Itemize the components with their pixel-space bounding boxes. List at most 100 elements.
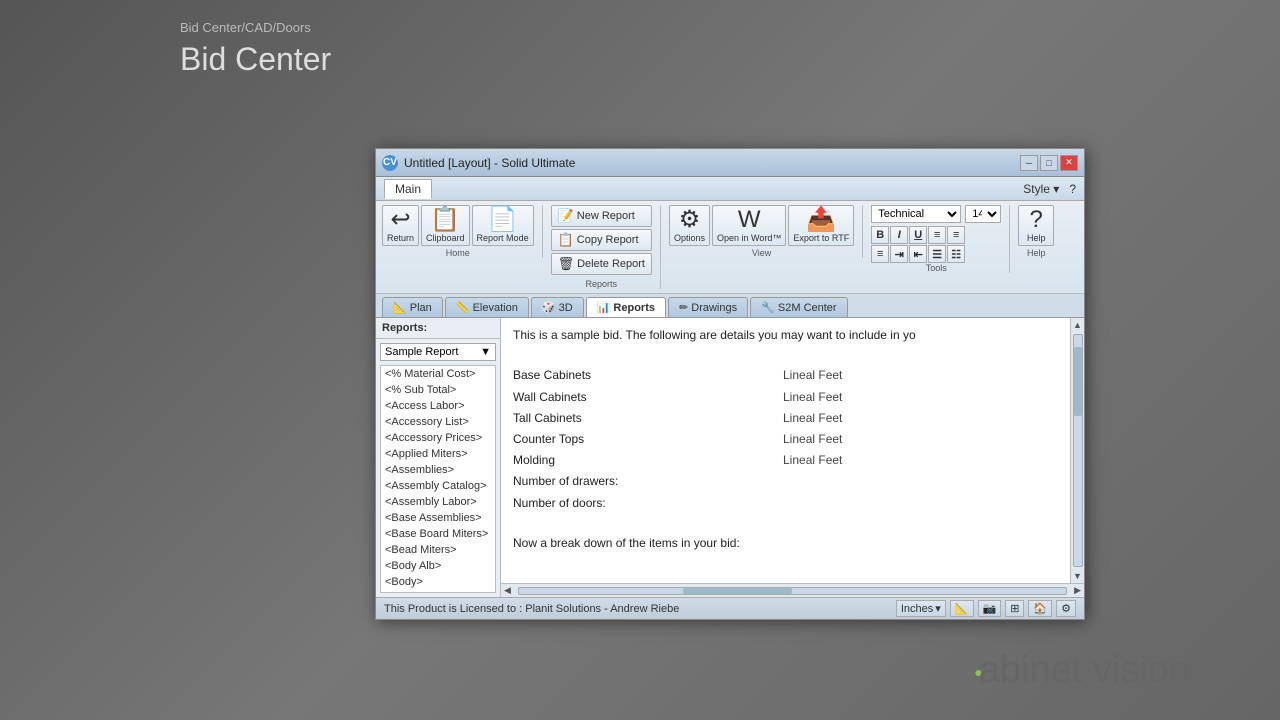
sidebar-list-item[interactable]: <Body Alb> (381, 558, 495, 574)
camera-button[interactable]: 📷 (978, 600, 1002, 617)
vertical-scrollbar[interactable]: ▲ ▼ (1070, 318, 1084, 583)
sidebar-list-item[interactable]: <% Material Cost> (381, 366, 495, 382)
report-scroll-area[interactable]: This is a sample bid. The following are … (501, 318, 1070, 583)
tab-drawings[interactable]: ✏ Drawings (668, 297, 748, 317)
copy-report-icon: 📋 (558, 232, 574, 248)
list-button[interactable]: ☰ (928, 245, 946, 263)
reports-dropdown[interactable]: Sample Report ▼ (380, 343, 496, 361)
sidebar-list-item[interactable]: <Assembly Catalog> (381, 478, 495, 494)
export-rtf-label: Export to RTF (793, 233, 849, 243)
align-center-button[interactable]: ≡ (947, 226, 965, 244)
horizontal-scrollbar[interactable]: ◀ ▶ (501, 583, 1084, 597)
report-col1: Number of drawers: (513, 472, 653, 491)
sidebar: Reports: Sample Report ▼ <% Material Cos… (376, 318, 501, 597)
scroll-left-icon[interactable]: ◀ (501, 585, 514, 596)
3d-tab-icon: 🎲 (542, 302, 556, 314)
help-menu[interactable]: ? (1069, 182, 1076, 196)
options-label: Options (674, 233, 705, 243)
drawings-tab-icon: ✏ (679, 302, 688, 314)
sidebar-list-item[interactable]: <Access Labor> (381, 398, 495, 414)
sidebar-list-item[interactable]: <Accessory List> (381, 414, 495, 430)
style-menu[interactable]: Style ▾ (1023, 182, 1059, 196)
house-icon: 🏠 (1033, 602, 1047, 615)
reports-group: 📝 New Report 📋 Copy Report 🗑 Delete Repo… (551, 205, 661, 289)
tab-reports[interactable]: 📊 Reports (586, 297, 666, 317)
sidebar-list-item[interactable]: <% Sub Total> (381, 382, 495, 398)
underline-button[interactable]: U (909, 226, 927, 244)
sidebar-list-item[interactable]: <Body> (381, 574, 495, 590)
scrollbar-thumb[interactable] (1074, 347, 1082, 416)
report-col2 (653, 388, 783, 407)
align-left-button[interactable]: ≡ (928, 226, 946, 244)
return-button[interactable]: ↩ Return (382, 205, 419, 246)
outdent-button[interactable]: ⇤ (909, 245, 927, 263)
tabs-bar: 📐 Plan 📏 Elevation 🎲 3D 📊 Reports ✏ Draw… (376, 294, 1084, 318)
minimize-button[interactable]: ─ (1020, 155, 1038, 171)
help-button[interactable]: ? Help (1018, 205, 1054, 246)
report-mode-button[interactable]: 📄 Report Mode (472, 205, 534, 246)
status-right: Inches ▾ 📐 📷 ⊞ 🏠 ⚙ (896, 600, 1076, 617)
font-controls: Technical 14 (871, 205, 1001, 223)
sidebar-list-item[interactable]: <Accessory Prices> (381, 430, 495, 446)
font-size-select[interactable]: 14 (965, 205, 1001, 223)
tab-s2m[interactable]: 🔧 S2M Center (750, 297, 847, 317)
tools-group: Technical 14 B I U ≡ ≡ ≡ ⇥ ⇤ ☰ ☷ (871, 205, 1010, 273)
title-bar-left: CV Untitled [Layout] - Solid Ultimate (382, 155, 575, 171)
report-col1: Molding (513, 451, 653, 470)
report-col3: Lineal Feet (783, 366, 842, 385)
delete-report-button[interactable]: 🗑 Delete Report (551, 253, 652, 275)
units-button[interactable]: Inches ▾ (896, 600, 946, 617)
restore-button[interactable]: □ (1040, 155, 1058, 171)
align-right-button[interactable]: ≡ (871, 245, 889, 263)
sidebar-list-item[interactable]: <Base Assemblies> (381, 510, 495, 526)
report-col2 (653, 494, 783, 513)
scroll-up-icon[interactable]: ▲ (1071, 318, 1084, 332)
sidebar-list-item[interactable]: <Base Board Miters> (381, 526, 495, 542)
report-mode-label: Report Mode (477, 233, 529, 243)
font-name-select[interactable]: Technical (871, 205, 961, 223)
units-value: Inches (901, 603, 933, 615)
menu-main[interactable]: Main (384, 179, 432, 199)
house-button[interactable]: 🏠 (1028, 600, 1052, 617)
export-rtf-button[interactable]: 📤 Export to RTF (788, 205, 854, 246)
report-col3: Lineal Feet (783, 430, 842, 449)
sidebar-list-item[interactable]: <Assemblies> (381, 462, 495, 478)
ruler-button[interactable]: 📐 (950, 600, 974, 617)
report-row: Counter Tops Lineal Feet (513, 430, 1058, 449)
open-word-button[interactable]: W Open in Word™ (712, 205, 786, 246)
h-scrollbar-thumb[interactable] (683, 588, 792, 594)
reports-group-label: Reports (586, 279, 618, 289)
return-label: Return (387, 233, 414, 243)
bold-button[interactable]: B (871, 226, 889, 244)
application-window: CV Untitled [Layout] - Solid Ultimate ─ … (375, 148, 1085, 620)
sidebar-list-item[interactable]: <Bead Miters> (381, 542, 495, 558)
grid-button[interactable]: ⊞ (1005, 600, 1024, 617)
tab-elevation[interactable]: 📏 Elevation (445, 297, 529, 317)
sidebar-list-item[interactable]: <Assembly Labor> (381, 494, 495, 510)
ruler-icon: 📐 (955, 602, 969, 615)
new-report-button[interactable]: 📝 New Report (551, 205, 652, 227)
sidebar-header: Reports: (376, 318, 500, 339)
sidebar-list[interactable]: <% Material Cost><% Sub Total><Access La… (381, 366, 495, 592)
tab-plan[interactable]: 📐 Plan (382, 297, 443, 317)
menu-right: Style ▾ ? (1023, 182, 1076, 196)
scroll-right-icon[interactable]: ▶ (1071, 585, 1084, 596)
sidebar-list-item[interactable]: <Applied Miters> (381, 446, 495, 462)
sidebar-list-item[interactable]: <Cabinet List> (381, 590, 495, 592)
settings-status-button[interactable]: ⚙ (1056, 600, 1076, 617)
clipboard-button[interactable]: 📋 Clipboard (421, 205, 470, 246)
copy-report-label: Copy Report (577, 234, 639, 246)
help-icon: ? (1030, 208, 1043, 232)
copy-report-button[interactable]: 📋 Copy Report (551, 229, 652, 251)
clipboard-label: Clipboard (426, 233, 465, 243)
close-button[interactable]: ✕ (1060, 155, 1078, 171)
indent-button[interactable]: ⇥ (890, 245, 908, 263)
options-button[interactable]: ⚙ Options (669, 205, 710, 246)
italic-button[interactable]: I (890, 226, 908, 244)
ordered-list-button[interactable]: ☷ (947, 245, 965, 263)
report-col1: Counter Tops (513, 430, 653, 449)
scroll-down-icon[interactable]: ▼ (1071, 569, 1084, 583)
tab-3d[interactable]: 🎲 3D (531, 297, 584, 317)
cv-dot: ● (974, 664, 982, 680)
license-text: This Product is Licensed to : Planit Sol… (384, 603, 679, 615)
